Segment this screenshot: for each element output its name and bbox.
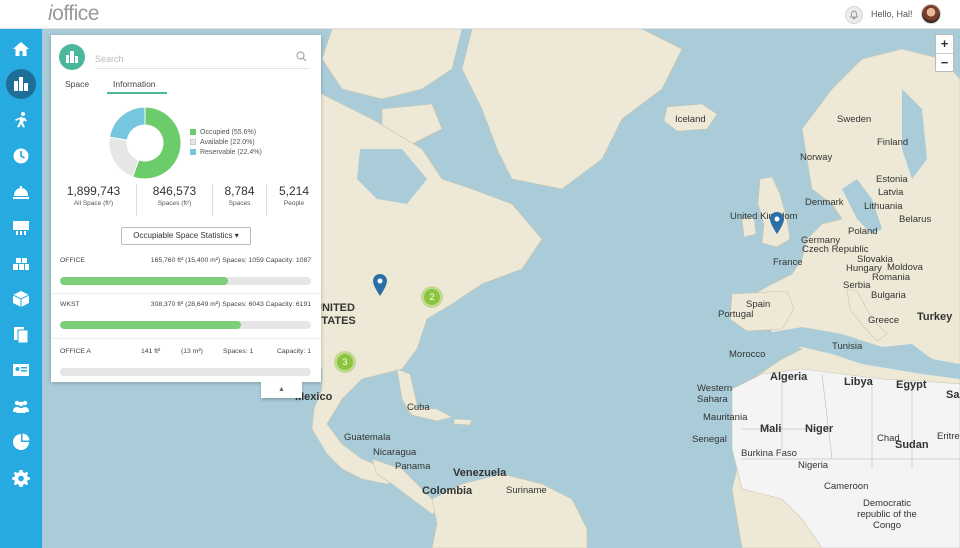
map-label: Cameroon xyxy=(824,481,869,492)
legend-item: Occupied (55.6%) xyxy=(190,127,262,137)
map-label: Eritre xyxy=(937,431,960,442)
kiosk-icon[interactable] xyxy=(6,212,36,242)
map-label: Poland xyxy=(848,226,878,237)
statistics-dropdown[interactable]: Occupiable Space Statistics ▾ xyxy=(121,227,251,245)
donut-slice-reservable xyxy=(108,106,146,141)
progress-bar xyxy=(60,368,311,376)
id-card-icon[interactable] xyxy=(6,355,36,385)
map-pin-icon[interactable] xyxy=(373,274,387,296)
chevron-down-icon: ▾ xyxy=(234,231,239,240)
map-cluster[interactable]: 3 xyxy=(334,351,356,373)
zoom-in-button[interactable]: + xyxy=(936,35,953,53)
map-cluster[interactable]: 2 xyxy=(421,286,443,308)
map-label: Egypt xyxy=(896,379,927,391)
map-label: Nigeria xyxy=(798,460,829,471)
map-label: Senegal xyxy=(692,434,727,445)
chevron-up-icon: ▲ xyxy=(278,386,285,393)
map-label: Burkina Faso xyxy=(741,448,797,459)
map-label: Norway xyxy=(800,152,833,163)
service-bell-icon[interactable] xyxy=(6,177,36,207)
map-label: Finland xyxy=(877,137,909,148)
space-donut-chart xyxy=(108,106,182,180)
donut-slice-available xyxy=(108,136,140,178)
stat-spaces-area: 846,573 Spaces (ft²) xyxy=(137,184,213,216)
home-icon[interactable] xyxy=(6,34,36,64)
map-label: Libya xyxy=(844,376,873,388)
search-box xyxy=(95,49,309,69)
stat-all-space: 1,899,743 All Space (ft²) xyxy=(51,184,137,216)
tab-information[interactable]: Information xyxy=(113,79,156,89)
chart-legend: Occupied (55.6%) Available (22.0%) Reser… xyxy=(190,127,262,157)
map-label: Turkey xyxy=(917,311,953,323)
collapse-panel-button[interactable]: ▲ xyxy=(261,382,302,398)
buildings-icon[interactable] xyxy=(6,69,36,99)
map-label: France xyxy=(773,257,803,268)
legend-item: Reservable (22.4%) xyxy=(190,147,262,157)
search-input[interactable] xyxy=(95,54,285,64)
zoom-out-button[interactable]: − xyxy=(936,53,953,71)
map-label: UNITED STATES xyxy=(314,302,356,327)
buildings-icon xyxy=(59,44,85,70)
map-label: Colombia xyxy=(422,485,473,497)
top-bar: ioffice Hello, Hal! xyxy=(0,0,960,29)
map-label: Portugal xyxy=(718,309,754,320)
map-label: Algeria xyxy=(770,371,808,383)
map-label: Cuba xyxy=(407,402,430,413)
user-greeting[interactable]: Hello, Hal! xyxy=(871,9,913,19)
map-label: Nicaragua xyxy=(373,447,417,458)
map-label: Denmark xyxy=(805,197,844,208)
map-label: Guatemala xyxy=(344,432,391,443)
sidebar xyxy=(0,29,42,548)
map-label: Niger xyxy=(805,423,834,435)
map-label: Greece xyxy=(868,315,900,326)
map-label: Belarus xyxy=(899,214,932,225)
map-label: Bulgaria xyxy=(871,290,906,301)
map-label: Democratic republic of the Congo xyxy=(857,498,917,531)
logo[interactable]: ioffice xyxy=(48,2,99,26)
tab-active-indicator xyxy=(107,92,167,94)
map-label: Tunisia xyxy=(832,341,863,352)
divider xyxy=(51,293,321,294)
avatar[interactable] xyxy=(921,4,941,24)
map-label: Sweden xyxy=(837,114,872,125)
map-label: United Kingdom xyxy=(730,211,798,222)
stats-row: 1,899,743 All Space (ft²) 846,573 Spaces (… xyxy=(51,184,321,216)
map-label: Sa xyxy=(946,389,960,401)
map-label: Venezuela xyxy=(453,467,507,479)
progress-bar xyxy=(60,321,311,329)
people-icon[interactable] xyxy=(6,391,36,421)
map-label: Sudan xyxy=(895,439,929,451)
divider xyxy=(51,338,321,339)
legend-item: Available (22.0%) xyxy=(190,137,262,147)
map-label: Romania xyxy=(872,272,911,283)
zoom-control: + − xyxy=(935,34,954,72)
clock-icon[interactable] xyxy=(6,141,36,171)
map-label: Latvia xyxy=(878,187,904,198)
stat-people: 5,214 People xyxy=(278,184,310,207)
progress-bar xyxy=(60,277,311,285)
map-label: Mauritania xyxy=(703,412,748,423)
map-label: Suriname xyxy=(506,485,547,496)
documents-icon[interactable] xyxy=(6,320,36,350)
notification-bell-icon[interactable] xyxy=(845,6,863,24)
map-label: Mali xyxy=(760,423,782,435)
info-panel: Space Information Occupied (55.6%) Avail… xyxy=(51,35,321,382)
map-label: Panama xyxy=(395,461,431,472)
tab-space[interactable]: Space xyxy=(65,79,89,89)
move-icon[interactable] xyxy=(6,105,36,135)
search-icon[interactable] xyxy=(296,51,307,62)
map-label: Western Sahara xyxy=(697,383,733,405)
gear-icon[interactable] xyxy=(6,463,36,493)
map-label: Iceland xyxy=(675,114,706,125)
map-label: Lithuania xyxy=(864,201,903,212)
inventory-icon[interactable] xyxy=(6,248,36,278)
map-pin-icon[interactable] xyxy=(770,212,784,234)
pie-chart-icon[interactable] xyxy=(6,427,36,457)
map-label: Morocco xyxy=(729,349,766,360)
map-label: Serbia xyxy=(843,280,871,291)
box-icon[interactable] xyxy=(6,284,36,314)
stat-spaces: 8,784 Spaces xyxy=(213,184,267,216)
map-label: Estonia xyxy=(876,174,908,185)
